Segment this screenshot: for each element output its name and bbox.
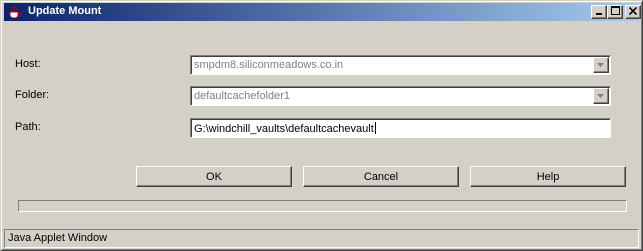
chevron-down-icon [597, 63, 604, 67]
folder-combobox[interactable]: defaultcachefolder1 [190, 86, 611, 106]
status-text: Java Applet Window [8, 232, 108, 244]
host-dropdown-button[interactable] [593, 57, 609, 73]
minimize-button[interactable] [591, 5, 607, 19]
host-label: Host: [15, 58, 41, 70]
host-value: smpdm8.siliconmeadows.co.in [194, 59, 344, 71]
chevron-down-icon [597, 94, 604, 98]
folder-dropdown-button[interactable] [593, 88, 609, 104]
update-mount-dialog: Update Mount Host: smpdm8.siliconmeadows… [0, 0, 643, 251]
host-combobox[interactable]: smpdm8.siliconmeadows.co.in [190, 55, 611, 75]
status-bar: Java Applet Window [4, 229, 639, 248]
close-button[interactable] [625, 5, 641, 19]
maximize-icon [610, 6, 620, 18]
maximize-button[interactable] [607, 5, 623, 19]
minimize-icon [595, 6, 603, 18]
java-cup-icon [7, 4, 23, 20]
cancel-button[interactable]: Cancel [303, 166, 459, 187]
folder-value: defaultcachefolder1 [194, 90, 291, 102]
path-label: Path: [15, 121, 41, 133]
window-title: Update Mount [28, 5, 102, 17]
text-caret [374, 122, 376, 134]
folder-label: Folder: [15, 89, 50, 101]
path-input[interactable]: G:\windchill_vaults\defaultcachevault [190, 118, 611, 138]
help-button[interactable]: Help [470, 166, 626, 187]
progress-bar [18, 200, 627, 212]
title-bar[interactable]: Update Mount [4, 3, 641, 21]
path-value: G:\windchill_vaults\defaultcachevault [194, 122, 376, 135]
ok-button[interactable]: OK [136, 166, 292, 187]
close-icon [628, 6, 638, 18]
